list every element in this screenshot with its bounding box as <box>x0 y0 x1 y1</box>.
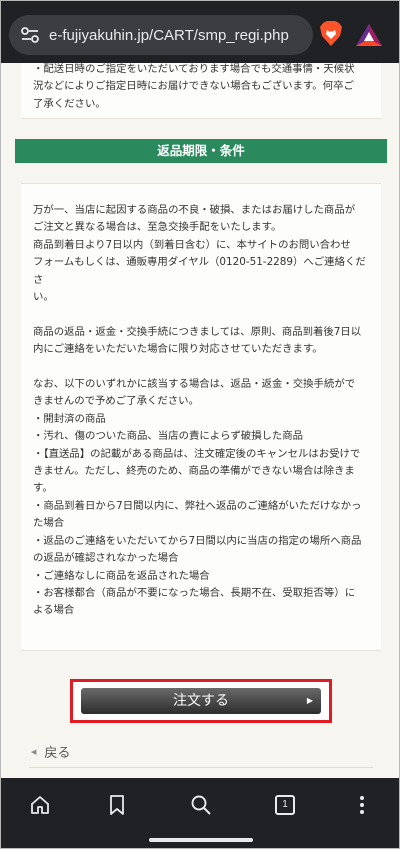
policy-line: フォームもしくは、通販専用ダイヤル（0120-51-2289）へご連絡くださ <box>33 256 366 286</box>
delivery-note-card: ・配送日時のご指定をいただいております場合でも交通事情・天候状 況などによりご指… <box>21 63 381 119</box>
policy-line: ・返品のご連絡をいただいてから7日間以内に当店の指定の場所へ商品 <box>33 534 362 547</box>
policy-line: の返品が確認されなかった場合 <box>33 552 179 565</box>
delivery-note-line: 況などによりご指定日時にお届けできない場合もございます。何卒ご <box>33 80 354 93</box>
policy-line: ・開封済の商品 <box>33 412 106 425</box>
home-button[interactable] <box>27 792 53 818</box>
page-content: ・配送日時のご指定をいただいております場合でも交通事情・天候状 況などによりご指… <box>1 63 399 778</box>
policy-line: ・汚れ、傷のついた商品、当店の責によらず破損した商品 <box>33 430 304 443</box>
browser-bottom-bar: 1 <box>1 778 399 848</box>
policy-line: ・商品到着日から7日間以内に、弊社へ返品のご連絡がいただけなかっ <box>33 499 362 512</box>
address-bar[interactable]: e-fujiyakuhin.jp/CART/smp_regi.php <box>9 15 313 55</box>
policy-line: ご注文と異なる場合は、至急交換手配をいたします。 <box>33 221 282 234</box>
order-highlight-box: 注文する ▶ <box>70 679 332 723</box>
brave-lion-icon[interactable] <box>319 21 343 47</box>
bookmark-icon <box>110 795 124 815</box>
policy-line: ・お客様都合（商品が不要になった場合、長期不在、受取拒否等）に <box>33 586 356 599</box>
policy-line: 万が一、当店に起因する商品の不良・破損、またはお届けした商品が <box>33 204 356 216</box>
arrow-left-icon: ◀ <box>31 747 37 756</box>
browser-toolbar: e-fujiyakuhin.jp/CART/smp_regi.php <box>1 1 399 63</box>
more-menu-button[interactable] <box>349 792 375 818</box>
policy-line: た場合 <box>33 517 65 530</box>
url-text[interactable]: e-fujiyakuhin.jp/CART/smp_regi.php <box>49 27 289 44</box>
search-button[interactable] <box>188 792 214 818</box>
more-menu-icon <box>360 796 364 814</box>
back-link[interactable]: ◀ 戻る <box>31 742 70 761</box>
gesture-bar[interactable] <box>149 838 253 842</box>
delivery-note-line: 了承ください。 <box>33 97 106 110</box>
returns-policy-card: 万が一、当店に起因する商品の不良・破損、またはお届けした商品が ご注文と異なる場… <box>21 183 381 651</box>
policy-line: ・ご連絡なしに商品を返品された場合 <box>33 569 210 582</box>
order-button[interactable]: 注文する ▶ <box>81 688 321 714</box>
policy-line: い。 <box>33 291 54 304</box>
section-title: 返品期限・条件 <box>15 139 387 163</box>
policy-line: ・【直送品】の記載がある商品は、注文確定後のキャンセルはお受けで <box>33 447 361 460</box>
home-icon <box>31 796 49 814</box>
order-button-label: 注文する <box>173 693 229 709</box>
policy-line: きませんので予めご了承ください。 <box>33 395 199 408</box>
policy-line: よる場合 <box>33 604 75 617</box>
divider <box>29 767 373 768</box>
policy-line: 商品到着日より7日以内（到着日含む）に、本サイトのお問い合わせ <box>33 238 351 251</box>
phone-screen: e-fujiyakuhin.jp/CART/smp_regi.php ・配送日時… <box>0 0 400 849</box>
bookmark-button[interactable] <box>104 792 130 818</box>
policy-line: す。 <box>33 482 53 495</box>
back-label: 戻る <box>44 746 71 761</box>
policy-line: 内にご連絡をいただいた場合に限り対応させていただきます。 <box>33 343 323 356</box>
policy-line: なお、以下のいずれかに該当する場合は、返品・返金・交換手続がで <box>33 378 356 391</box>
arrow-right-icon: ▶ <box>306 696 313 705</box>
delivery-note-line: ・配送日時のご指定をいただいております場合でも交通事情・天候状 <box>33 63 355 75</box>
policy-line: きません。ただし、終売のため、商品の準備ができない場合は除きま <box>33 465 355 478</box>
policy-line: 商品の返品・返金・交換手続につきましては、原則、商品到着後7日以 <box>33 325 362 338</box>
search-icon <box>191 795 211 815</box>
tabs-button[interactable]: 1 <box>272 792 298 818</box>
tabs-icon: 1 <box>275 795 295 815</box>
bat-rewards-icon[interactable] <box>355 23 383 47</box>
tune-icon[interactable] <box>19 24 41 46</box>
